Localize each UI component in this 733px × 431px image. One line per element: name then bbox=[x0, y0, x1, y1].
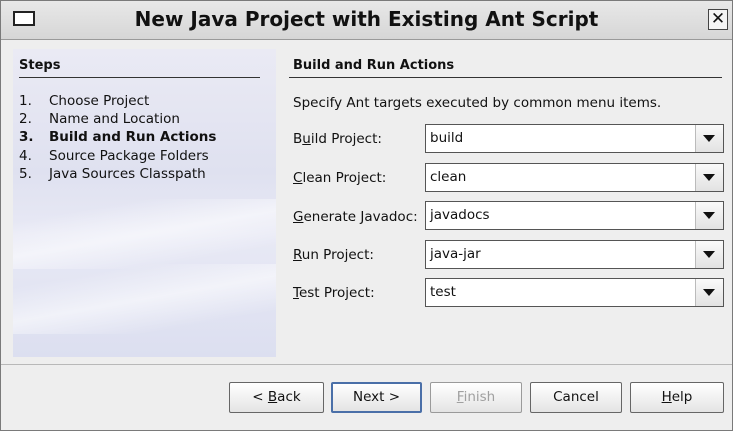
clean-project-label: Clean Project: bbox=[293, 170, 387, 186]
build-project-combo[interactable]: build bbox=[425, 124, 724, 153]
finish-button[interactable]: Finish bbox=[430, 382, 522, 413]
help-button[interactable]: Help bbox=[630, 382, 724, 413]
cancel-button[interactable]: Cancel bbox=[530, 382, 622, 413]
step-item-current: 3. Build and Run Actions bbox=[19, 129, 216, 145]
generate-javadoc-label: Generate Javadoc: bbox=[293, 209, 418, 225]
divider bbox=[1, 364, 732, 365]
step-item: 4. Source Package Folders bbox=[19, 148, 209, 164]
dialog-title: New Java Project with Existing Ant Scrip… bbox=[134, 7, 599, 31]
chevron-down-icon[interactable] bbox=[695, 202, 723, 229]
title-bar[interactable]: New Java Project with Existing Ant Scrip… bbox=[1, 1, 732, 40]
chevron-down-icon[interactable] bbox=[695, 241, 723, 268]
build-project-label: Build Project: bbox=[293, 131, 382, 147]
step-label: Choose Project bbox=[49, 93, 150, 109]
step-number: 3. bbox=[19, 129, 34, 145]
description-text: Specify Ant targets executed by common m… bbox=[293, 95, 662, 111]
step-number: 2. bbox=[19, 111, 32, 127]
combo-value[interactable]: test bbox=[430, 284, 456, 300]
run-project-label: Run Project: bbox=[293, 247, 374, 263]
chevron-down-icon[interactable] bbox=[695, 279, 723, 306]
combo-value[interactable]: clean bbox=[430, 169, 466, 185]
steps-panel: Steps 1. Choose Project 2. Name and Locati… bbox=[13, 49, 276, 357]
step-item: 1. Choose Project bbox=[19, 93, 149, 109]
decorative-sheen bbox=[13, 199, 276, 269]
close-button[interactable]: ✕ bbox=[708, 9, 728, 30]
test-project-combo[interactable]: test bbox=[425, 278, 724, 307]
divider bbox=[19, 77, 260, 78]
step-number: 5. bbox=[19, 166, 32, 182]
generate-javadoc-combo[interactable]: javadocs bbox=[425, 201, 724, 230]
step-label: Name and Location bbox=[49, 111, 180, 127]
decorative-sheen bbox=[13, 264, 276, 334]
step-label: Java Sources Classpath bbox=[49, 166, 206, 182]
chevron-down-icon[interactable] bbox=[695, 164, 723, 191]
combo-value[interactable]: javadocs bbox=[430, 207, 490, 223]
step-number: 1. bbox=[19, 93, 32, 109]
test-project-label: Test Project: bbox=[293, 285, 375, 301]
step-item: 2. Name and Location bbox=[19, 111, 180, 127]
combo-value[interactable]: build bbox=[430, 130, 463, 146]
step-label: Source Package Folders bbox=[49, 148, 209, 164]
step-item: 5. Java Sources Classpath bbox=[19, 166, 206, 182]
chevron-down-icon[interactable] bbox=[695, 125, 723, 152]
steps-heading: Steps bbox=[19, 58, 61, 73]
clean-project-combo[interactable]: clean bbox=[425, 163, 724, 192]
step-number: 4. bbox=[19, 148, 32, 164]
dialog-window: New Java Project with Existing Ant Scrip… bbox=[0, 0, 733, 431]
back-button[interactable]: < Back bbox=[229, 382, 324, 413]
step-label: Build and Run Actions bbox=[49, 129, 217, 145]
run-project-combo[interactable]: java-jar bbox=[425, 240, 724, 269]
combo-value[interactable]: java-jar bbox=[430, 246, 481, 262]
divider bbox=[289, 77, 722, 78]
content-heading: Build and Run Actions bbox=[293, 58, 455, 73]
next-button[interactable]: Next > bbox=[331, 382, 422, 413]
